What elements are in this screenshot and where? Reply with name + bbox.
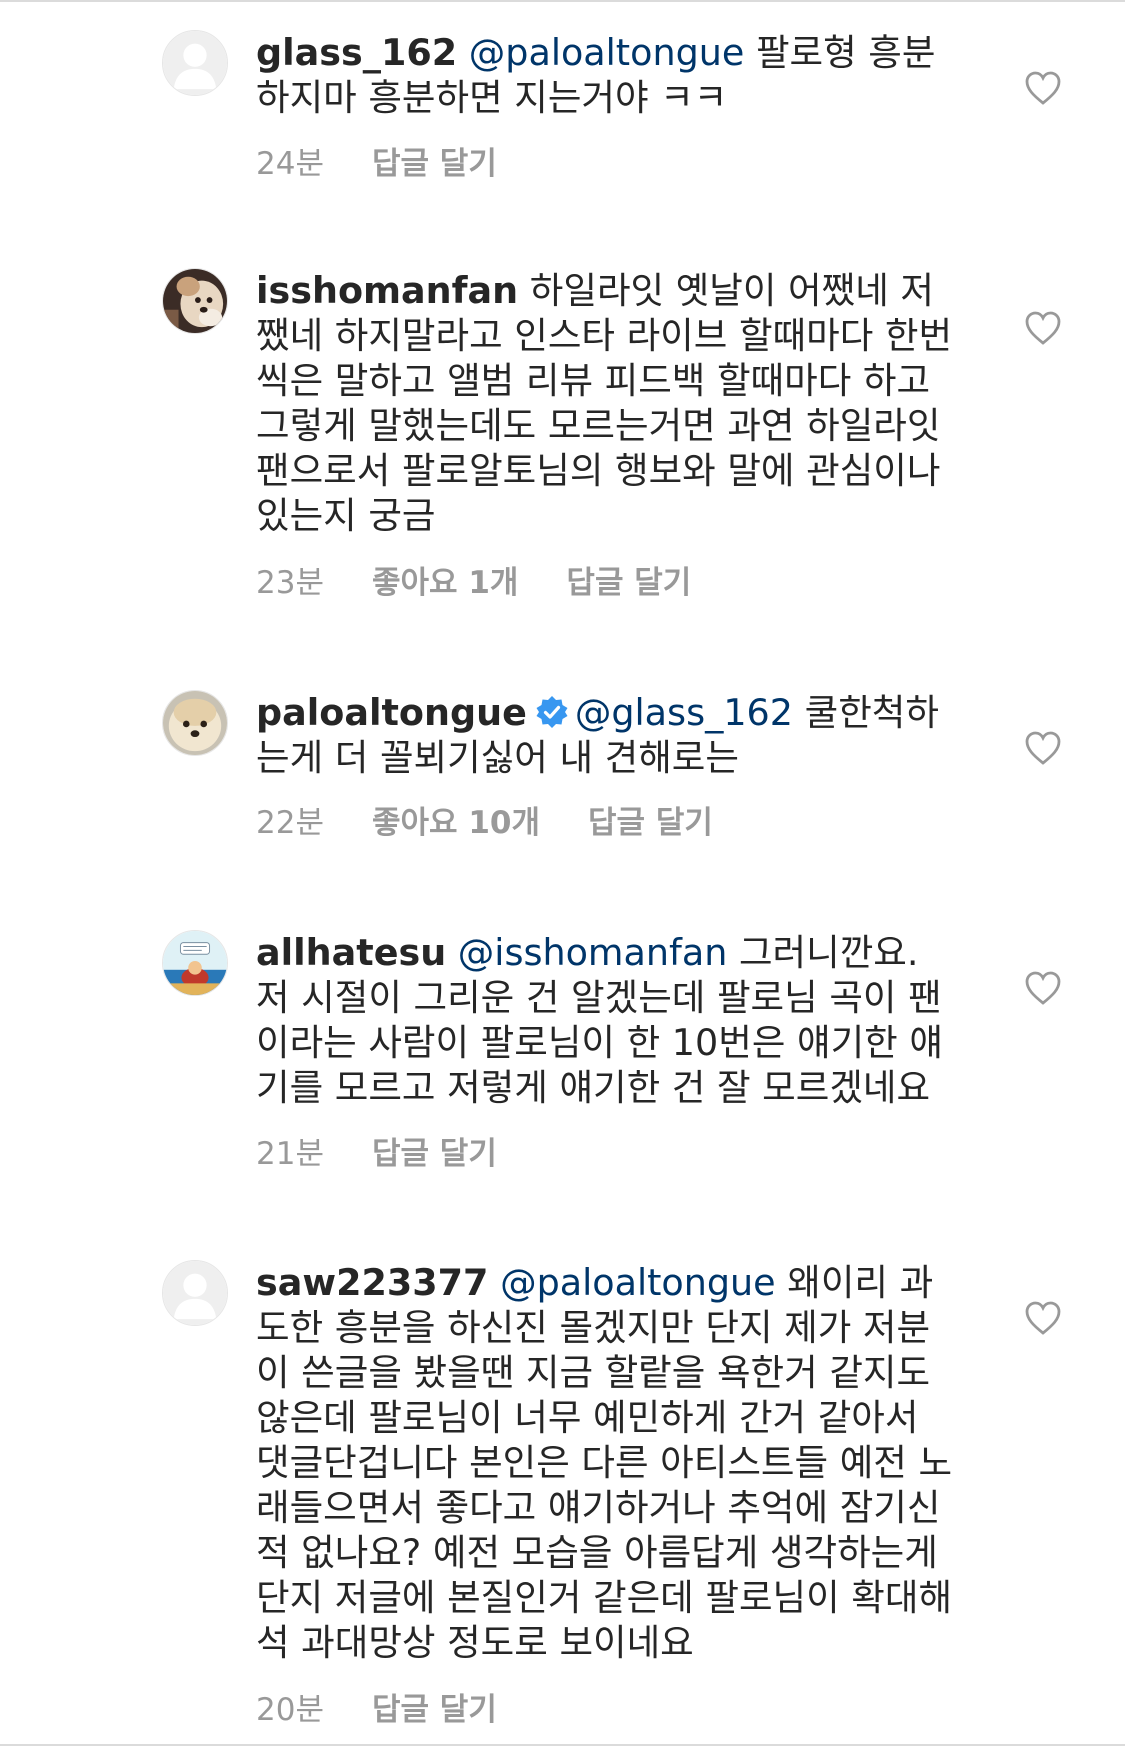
comment-username[interactable]: isshomanfan — [256, 269, 518, 312]
comment-meta: 21분 답글 달기 — [256, 1134, 497, 1174]
reply-button[interactable]: 답글 달기 — [372, 144, 497, 184]
like-button[interactable] — [1024, 730, 1062, 766]
heart-icon — [1025, 1301, 1061, 1335]
like-button[interactable] — [1024, 70, 1062, 106]
comment-mention[interactable]: @paloaltongue — [500, 1261, 776, 1304]
avatar[interactable] — [162, 930, 228, 996]
comment-text: allhatesu @isshomanfan 그러니깐요. 저 시절이 그리운 … — [256, 930, 956, 1110]
dog-photo-avatar — [163, 691, 227, 755]
heart-icon — [1025, 71, 1061, 105]
comment-username[interactable]: saw223377 — [256, 1261, 488, 1304]
comment-mention[interactable]: @isshomanfan — [458, 931, 728, 974]
comment-mention[interactable]: @paloaltongue — [469, 31, 745, 74]
default-avatar-icon — [163, 31, 227, 95]
comment-meta: 24분 답글 달기 — [256, 144, 497, 184]
avatar[interactable] — [162, 690, 228, 756]
heart-icon — [1025, 731, 1061, 765]
comment-time: 21분 — [256, 1136, 324, 1172]
like-button[interactable] — [1024, 970, 1062, 1006]
like-button[interactable] — [1024, 310, 1062, 346]
comment-time: 20분 — [256, 1692, 324, 1728]
comment-time: 22분 — [256, 805, 324, 841]
verified-badge-icon — [535, 695, 569, 729]
comment-text: paloaltongue @glass_162 쿨한척하는게 더 꼴뵈기싫어 내 … — [256, 690, 956, 780]
comment-text: isshomanfan 하일라잇 옛날이 어쨌네 저쨌네 하지말라고 인스타 라… — [256, 268, 956, 538]
comment-time: 24분 — [256, 146, 324, 182]
comment-time: 23분 — [256, 565, 324, 601]
top-divider — [0, 0, 1125, 2]
comment-body: 왜이리 과도한 흥분을 하신진 몰겠지만 단지 제가 저분이 쓴글을 봤을땐 지… — [256, 1261, 953, 1664]
comment-text: saw223377 @paloaltongue 왜이리 과도한 흥분을 하신진 … — [256, 1260, 956, 1665]
heart-icon — [1025, 971, 1061, 1005]
like-button[interactable] — [1024, 1300, 1062, 1336]
reply-button[interactable]: 답글 달기 — [372, 1690, 497, 1730]
comment-username[interactable]: glass_162 — [256, 31, 457, 74]
comment-text: glass_162 @paloaltongue 팔로형 흥분하지마 흥분하면 지… — [256, 30, 956, 120]
reply-button[interactable]: 답글 달기 — [566, 563, 691, 603]
avatar[interactable] — [162, 268, 228, 334]
comment-username[interactable]: paloaltongue — [256, 691, 527, 734]
heart-icon — [1025, 311, 1061, 345]
illustration-avatar — [163, 931, 227, 995]
comment-meta: 23분 좋아요 1개 답글 달기 — [256, 563, 691, 603]
avatar[interactable] — [162, 1260, 228, 1326]
comment-meta: 20분 답글 달기 — [256, 1690, 497, 1730]
reply-button[interactable]: 답글 달기 — [372, 1134, 497, 1174]
comment-username[interactable]: allhatesu — [256, 931, 446, 974]
comment-likes[interactable]: 좋아요 1개 — [372, 563, 518, 603]
comment-meta: 22분 좋아요 10개 답글 달기 — [256, 803, 713, 843]
reply-button[interactable]: 답글 달기 — [588, 803, 713, 843]
dog-photo-avatar — [163, 269, 227, 333]
comment-likes[interactable]: 좋아요 10개 — [372, 803, 540, 843]
comment-mention[interactable]: @glass_162 — [575, 691, 793, 734]
bottom-divider — [0, 1744, 1125, 1746]
avatar[interactable] — [162, 30, 228, 96]
default-avatar-icon — [163, 1261, 227, 1325]
